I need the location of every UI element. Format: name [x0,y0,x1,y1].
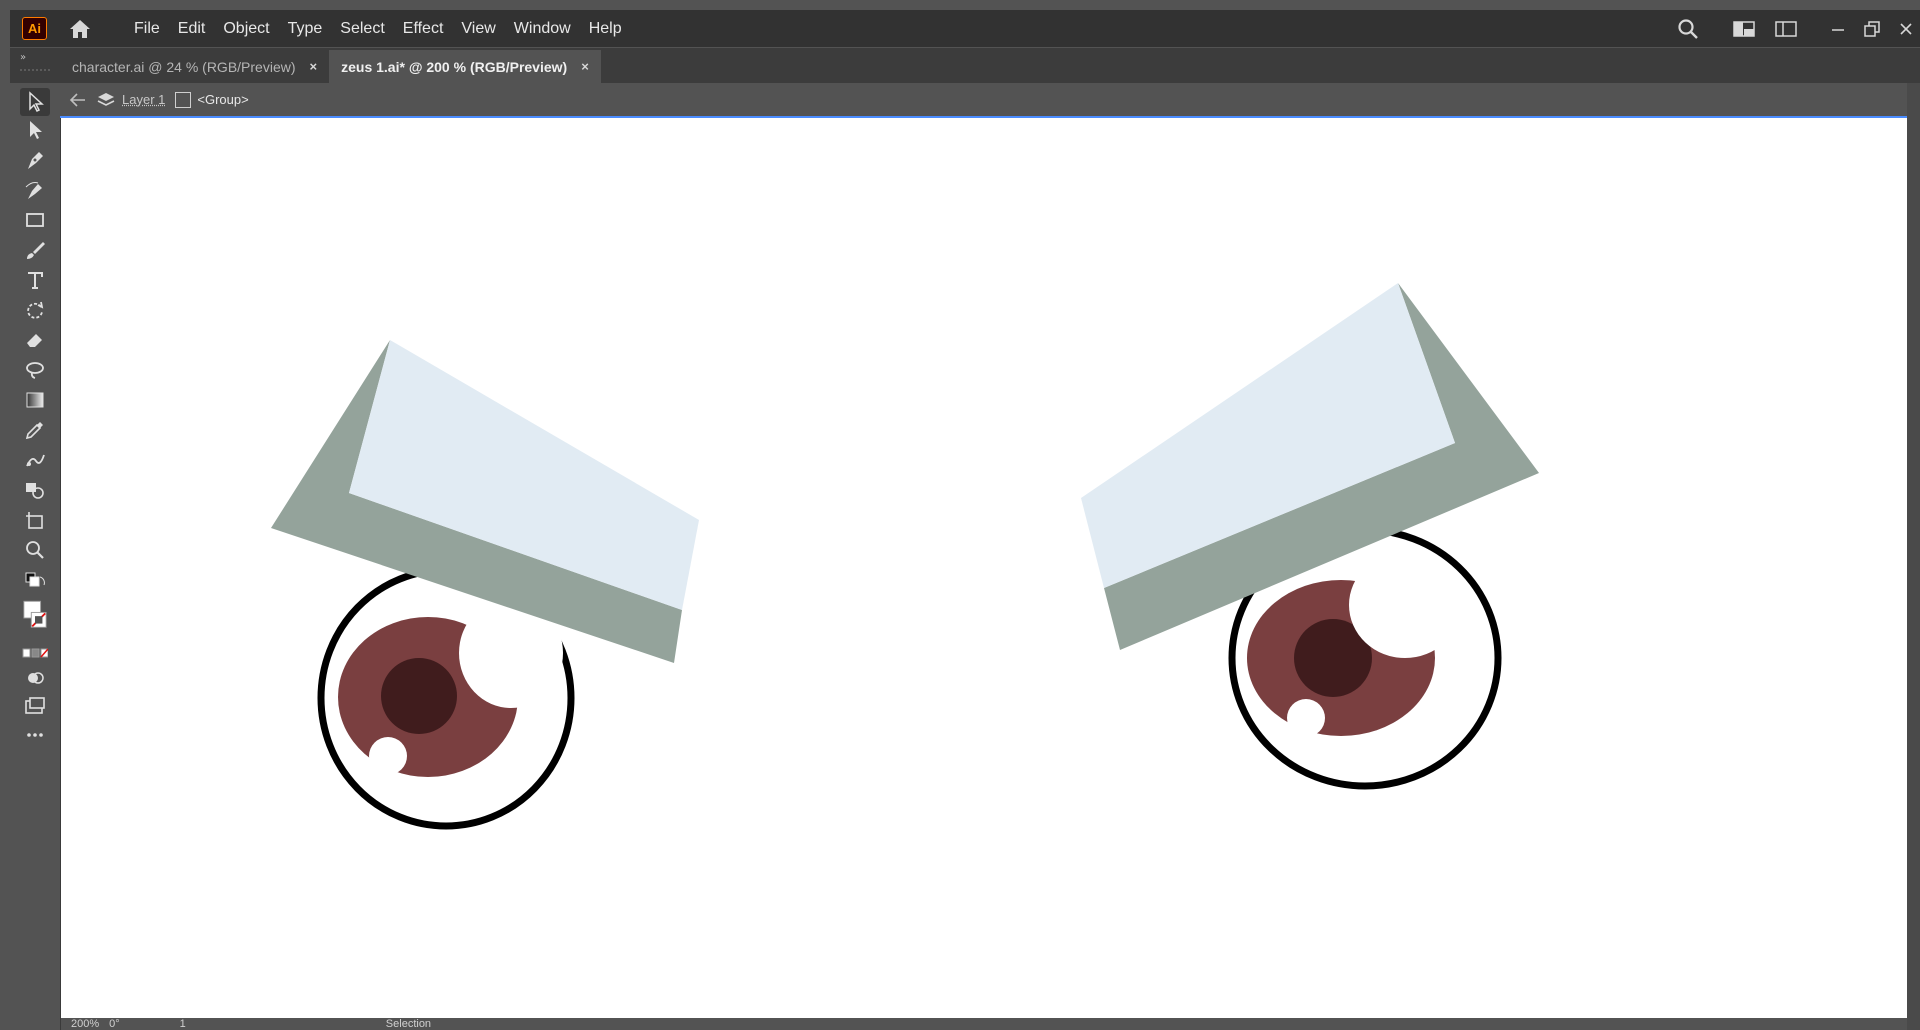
layers-icon [96,90,116,110]
document-tabs: character.ai @ 24 % (RGB/Preview) × zeus… [60,48,1920,83]
workspace-switcher-icon[interactable] [1730,15,1758,43]
zoom-level[interactable]: 200% [71,1018,99,1030]
breadcrumb-group[interactable]: <Group> [197,92,248,107]
left-pupil [381,658,457,734]
artboard-tool-icon[interactable] [22,508,48,532]
menu-effect[interactable]: Effect [394,10,453,47]
artboard-canvas[interactable] [61,118,1907,1018]
tools-panel [10,83,61,1030]
tab-label: character.ai @ 24 % (RGB/Preview) [72,58,296,75]
menu-type[interactable]: Type [279,10,332,47]
paintbrush-tool-icon[interactable] [22,238,48,262]
menu-object[interactable]: Object [214,10,278,47]
selection-tool-icon[interactable] [20,88,50,116]
type-tool-icon[interactable] [22,268,48,292]
left-eye-small-highlight [369,737,407,775]
minimize-icon[interactable] [1824,15,1852,43]
rotate-tool-icon[interactable] [22,298,48,322]
isolation-breadcrumb: Layer 1 <Group> [60,83,1907,118]
fill-stroke-swatches[interactable] [22,598,48,638]
status-bar: 200% 0° 1 Selection [61,1018,1907,1030]
menu-edit[interactable]: Edit [169,10,215,47]
more-tools-icon[interactable] [22,723,48,747]
artwork [271,283,1539,830]
arrange-documents-icon[interactable] [1772,15,1800,43]
tab-zeus[interactable]: zeus 1.ai* @ 200 % (RGB/Preview) × [329,50,601,83]
home-icon[interactable] [65,14,95,44]
pen-tool-icon[interactable] [22,148,48,172]
rectangle-tool-icon[interactable] [22,208,48,232]
menu-window[interactable]: Window [505,10,580,47]
menu-bar: Ai File Edit Object Type Select Effect V… [10,10,1920,47]
back-arrow-icon[interactable] [68,90,88,110]
menu-select[interactable]: Select [331,10,393,47]
gradient-tool-icon[interactable] [22,388,48,412]
menu-view[interactable]: View [452,10,504,47]
draw-mode-icon[interactable] [22,666,48,690]
menu-file[interactable]: File [125,10,169,47]
direct-selection-tool-icon[interactable] [22,118,48,142]
lasso-tool-icon[interactable] [22,358,48,382]
puppet-warp-tool-icon[interactable] [22,448,48,472]
tab-close-icon[interactable]: × [310,59,318,74]
status-mode[interactable]: Selection [386,1018,431,1030]
screen-mode-icon[interactable] [22,694,48,718]
tab-close-icon[interactable]: × [581,59,589,74]
default-fill-stroke-icon[interactable] [22,570,48,594]
eyedropper-tool-icon[interactable] [22,418,48,442]
tab-character[interactable]: character.ai @ 24 % (RGB/Preview) × [60,50,330,83]
rotation-value[interactable]: 0° [109,1018,120,1030]
app-logo: Ai [22,17,47,40]
right-eye-small-highlight [1287,699,1325,737]
vertical-scrollbar[interactable] [1907,83,1920,1030]
curvature-tool-icon[interactable] [22,178,48,202]
window-controls [1660,10,1920,47]
menu-help[interactable]: Help [580,10,631,47]
artboard-number[interactable]: 1 [180,1018,186,1030]
main-menu: File Edit Object Type Select Effect View… [125,10,631,47]
close-icon[interactable] [1892,15,1920,43]
tab-label: zeus 1.ai* @ 200 % (RGB/Preview) [341,58,568,75]
search-icon[interactable] [1674,15,1702,43]
app-window: Ai File Edit Object Type Select Effect V… [0,0,1920,1030]
color-mode-icon[interactable] [22,641,48,665]
zoom-tool-icon[interactable] [22,538,48,562]
group-icon [175,91,192,108]
shape-builder-tool-icon[interactable] [22,478,48,502]
svg-text:»: » [20,52,26,63]
eraser-tool-icon[interactable] [22,328,48,352]
toolbar-grip[interactable]: » [10,48,60,83]
right-eye-highlight [1349,552,1461,658]
restore-icon[interactable] [1858,15,1886,43]
breadcrumb-layer[interactable]: Layer 1 [122,92,165,107]
